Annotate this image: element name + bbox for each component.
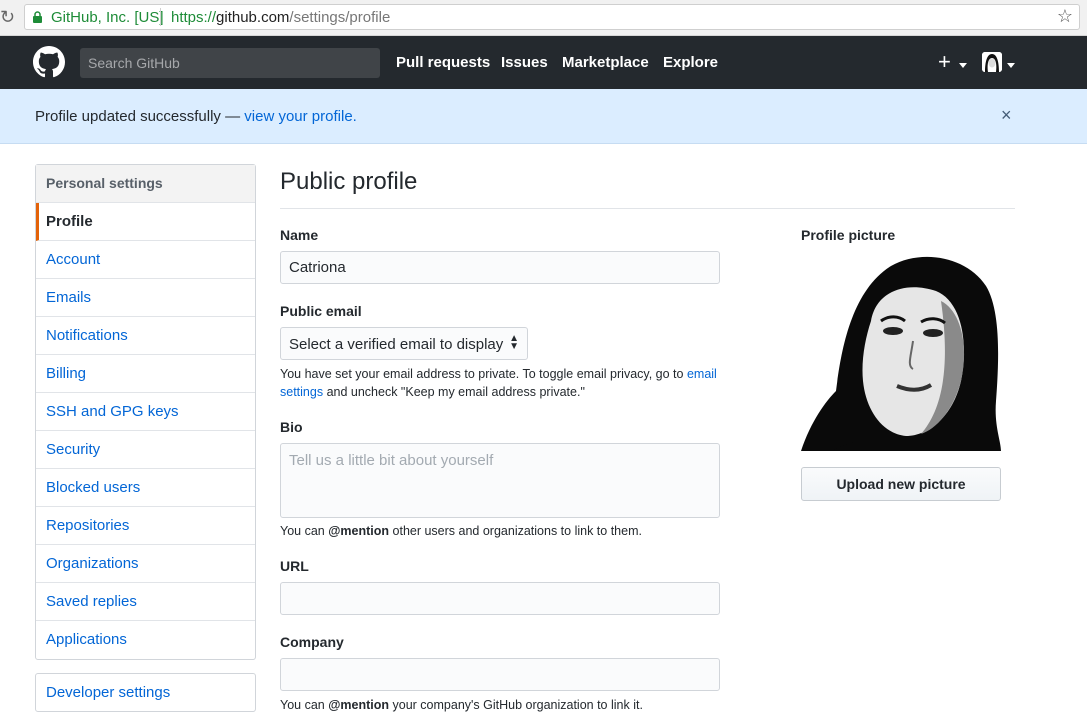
site-identity: GitHub, Inc. [US] bbox=[51, 9, 164, 26]
sidebar-item-profile[interactable]: Profile bbox=[36, 203, 255, 241]
profile-picture-label: Profile picture bbox=[801, 227, 896, 243]
plus-caret-icon[interactable] bbox=[959, 63, 967, 68]
flash-text: Profile updated successfully — bbox=[35, 108, 241, 125]
sidebar-item-ssh-gpg-keys[interactable]: SSH and GPG keys bbox=[36, 393, 255, 431]
bio-note-mention: @mention bbox=[328, 524, 390, 538]
upload-picture-button[interactable]: Upload new picture bbox=[801, 467, 1001, 501]
reload-icon[interactable]: ↻ bbox=[0, 7, 16, 27]
profile-picture bbox=[801, 251, 1001, 451]
settings-sidebar: Personal settings Profile Account Emails… bbox=[35, 164, 256, 660]
url-host: github.com bbox=[216, 9, 290, 26]
public-email-selected-value: Select a verified email to display bbox=[289, 336, 504, 353]
name-input[interactable] bbox=[280, 251, 720, 284]
sidebar-item-repositories[interactable]: Repositories bbox=[36, 507, 255, 545]
sidebar-item-saved-replies[interactable]: Saved replies bbox=[36, 583, 255, 621]
flash-notice: Profile updated successfully — view your… bbox=[0, 89, 1087, 144]
sidebar-item-organizations[interactable]: Organizations bbox=[36, 545, 255, 583]
sidebar-item-developer-settings[interactable]: Developer settings bbox=[35, 673, 256, 712]
sidebar-item-notifications[interactable]: Notifications bbox=[36, 317, 255, 355]
bio-label: Bio bbox=[280, 419, 303, 435]
nav-pull-requests[interactable]: Pull requests bbox=[396, 54, 490, 71]
company-note-pre: You can bbox=[280, 698, 325, 712]
github-header: Pull requests Issues Marketplace Explore… bbox=[0, 36, 1087, 89]
sidebar-item-billing[interactable]: Billing bbox=[36, 355, 255, 393]
url-input[interactable] bbox=[280, 582, 720, 615]
bio-note-pre: You can bbox=[280, 524, 325, 538]
sidebar-item-blocked-users[interactable]: Blocked users bbox=[36, 469, 255, 507]
search-input[interactable] bbox=[80, 48, 380, 78]
avatar-portrait-icon bbox=[982, 52, 1002, 72]
create-new-plus-icon[interactable]: + bbox=[938, 50, 951, 74]
url-separator bbox=[160, 8, 161, 26]
email-settings-link-2[interactable]: settings bbox=[280, 385, 323, 399]
bio-textarea[interactable] bbox=[280, 443, 720, 518]
nav-marketplace[interactable]: Marketplace bbox=[562, 54, 649, 71]
select-arrows-icon: ▲ ▼ bbox=[509, 333, 519, 352]
company-label: Company bbox=[280, 634, 344, 650]
bio-note-post: other users and organizations to link to… bbox=[392, 524, 642, 538]
browser-toolbar: ↻ GitHub, Inc. [US] https://github.com/s… bbox=[0, 0, 1087, 36]
title-divider bbox=[280, 208, 1015, 209]
close-icon[interactable]: × bbox=[1001, 105, 1012, 126]
email-note-text: You have set your email address to priva… bbox=[280, 367, 684, 381]
public-email-label: Public email bbox=[280, 303, 362, 319]
nav-issues[interactable]: Issues bbox=[501, 54, 548, 71]
public-email-select[interactable]: Select a verified email to display ▲ ▼ bbox=[280, 327, 528, 360]
avatar-caret-icon[interactable] bbox=[1007, 63, 1015, 68]
url-label: URL bbox=[280, 558, 309, 574]
address-bar[interactable]: GitHub, Inc. [US] https://github.com/set… bbox=[24, 4, 1080, 30]
url-scheme: https:// bbox=[171, 9, 217, 26]
sidebar-item-applications[interactable]: Applications bbox=[36, 621, 255, 659]
email-note-text-2: and uncheck "Keep my email address priva… bbox=[326, 385, 585, 399]
sidebar-item-security[interactable]: Security bbox=[36, 431, 255, 469]
nav-explore[interactable]: Explore bbox=[663, 54, 718, 71]
profile-portrait-icon bbox=[801, 251, 1001, 451]
company-note-post: your company's GitHub organization to li… bbox=[392, 698, 643, 712]
lock-icon bbox=[33, 11, 42, 23]
github-logo-icon[interactable] bbox=[33, 46, 65, 78]
bookmark-star-icon[interactable]: ☆ bbox=[1057, 6, 1073, 27]
sidebar-item-emails[interactable]: Emails bbox=[36, 279, 255, 317]
company-input[interactable] bbox=[280, 658, 720, 691]
name-label: Name bbox=[280, 227, 319, 243]
url-text: https://github.com/settings/profile bbox=[171, 9, 390, 26]
page-title: Public profile bbox=[280, 168, 418, 195]
sidebar-heading: Personal settings bbox=[36, 165, 255, 203]
email-settings-link[interactable]: email bbox=[687, 367, 717, 381]
view-profile-link[interactable]: view your profile. bbox=[244, 108, 357, 125]
sidebar-item-account[interactable]: Account bbox=[36, 241, 255, 279]
company-note: You can @mention your company's GitHub o… bbox=[280, 696, 750, 714]
url-path: /settings/profile bbox=[289, 9, 391, 26]
flash-message: Profile updated successfully — view your… bbox=[35, 108, 357, 125]
company-note-mention: @mention bbox=[328, 698, 390, 712]
user-avatar[interactable] bbox=[982, 52, 1002, 72]
email-privacy-note: You have set your email address to priva… bbox=[280, 365, 750, 401]
bio-note: You can @mention other users and organiz… bbox=[280, 522, 750, 540]
